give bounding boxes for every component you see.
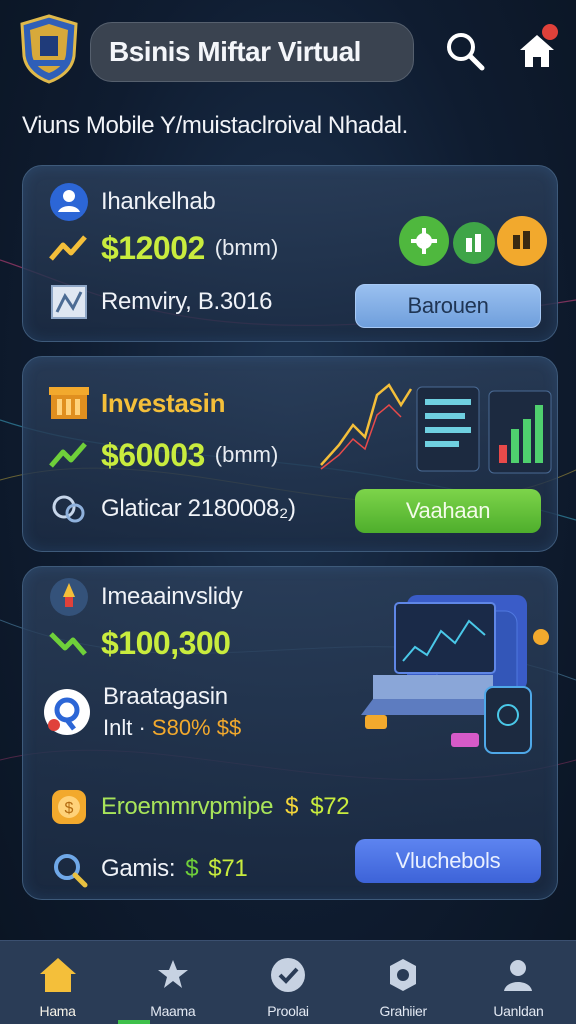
top-bar: Bsinis Miftar Virtual (0, 0, 576, 100)
gear-icon (411, 228, 437, 254)
link-chain-icon (47, 487, 91, 531)
balance-amount: $12002 (101, 229, 205, 266)
brokerage-meta: Inlt · (103, 715, 152, 740)
investment-card: Investasin $60003 (bmm) Glaticar 2180008… (22, 356, 558, 552)
search-button[interactable] (442, 28, 488, 74)
investment-note: (bmm) (214, 442, 279, 467)
laptop-illustration (361, 595, 549, 754)
magnifier-icon (47, 847, 91, 891)
portfolio-amount: $100,300 (101, 624, 231, 661)
reward-label: Eroemmrvpmipe (101, 793, 274, 820)
card-detail: Remviry, B.3016 (101, 288, 273, 315)
games-symbol: $ (185, 855, 199, 882)
card-action-button[interactable]: Barouen (355, 284, 541, 328)
card-heading: Investasin (101, 387, 226, 418)
brokerage-rate: S80% $$ (151, 715, 242, 740)
card-detail: Glaticar 2180008₂) (101, 495, 296, 522)
stats-icon (513, 231, 530, 249)
notification-dot (542, 24, 558, 40)
trend-up-icon (47, 226, 91, 270)
trend-up-icon (47, 433, 91, 477)
balance-note: (bmm) (214, 235, 279, 260)
document-chart-icon (47, 280, 91, 324)
nav-label: Uanldan (493, 1003, 544, 1019)
stats-button[interactable] (497, 216, 547, 266)
brokerage-name: Braatagasin (103, 683, 228, 710)
page-subtitle: Viuns Mobile Y/muistaclroival Nhadal. (22, 112, 408, 139)
trend-icon (47, 621, 91, 665)
nav-item-tasks[interactable]: Proolai (230, 941, 345, 1024)
home-notification-button[interactable] (514, 24, 560, 74)
active-tab-indicator (118, 1020, 150, 1024)
nav-label: Grahiier (379, 1003, 428, 1019)
app-title: Bsinis Miftar Virtual (90, 22, 414, 82)
home-icon (38, 955, 78, 995)
card-heading: Ihankelhab (101, 188, 216, 215)
bars-icon (466, 234, 481, 252)
card-heading: Imeaainvslidy (101, 583, 243, 610)
star-icon (153, 955, 193, 995)
games-label: Gamis: (101, 855, 176, 882)
games-value: $71 (208, 855, 248, 882)
coin-icon: $ (47, 785, 91, 829)
nav-item-profile[interactable]: Uanldan (461, 941, 576, 1024)
card-action-button[interactable]: Vaahaan (355, 489, 541, 533)
bottom-navigation: Hama Maama Proolai Grahiier Uanldan (0, 940, 576, 1024)
nav-label: Proolai (267, 1003, 309, 1019)
shield-logo-icon (18, 14, 80, 84)
nav-label: Maama (150, 1003, 196, 1019)
gear-icon (383, 955, 423, 995)
nav-item-favorites[interactable]: Maama (115, 941, 230, 1024)
user-icon (498, 955, 538, 995)
puzzle-button[interactable] (399, 216, 449, 266)
check-icon (268, 955, 308, 995)
bank-user-icon (47, 180, 91, 224)
brand-badge-icon (41, 686, 93, 738)
reward-value: $72 (310, 793, 350, 820)
account-card: Ihankelhab $12002 (bmm) Remviry, B.3016 … (22, 165, 558, 342)
investment-amount: $60003 (101, 436, 205, 473)
analytics-illustration (320, 383, 552, 474)
bars-button[interactable] (453, 222, 495, 264)
nav-item-home[interactable]: Hama (0, 941, 115, 1024)
rocket-icon (47, 575, 91, 619)
nav-item-settings[interactable]: Grahiier (346, 941, 461, 1024)
nav-label: Hama (39, 1003, 76, 1019)
svg-text:$: $ (65, 800, 74, 817)
reward-symbol: $ (285, 793, 299, 820)
bank-building-icon (47, 381, 91, 425)
portfolio-card: Imeaainvslidy $100,300 Braatagasin Inlt … (22, 566, 558, 900)
card-action-button[interactable]: Vluchebols (355, 839, 541, 883)
search-icon (447, 33, 485, 71)
